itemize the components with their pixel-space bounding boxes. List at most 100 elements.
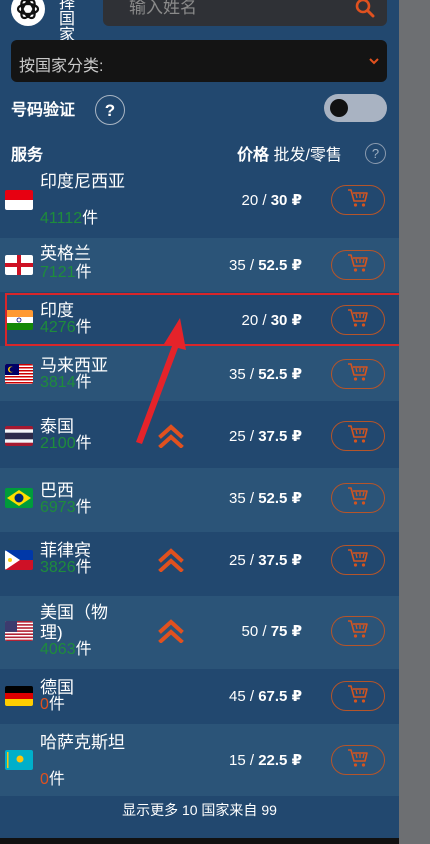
verify-help-button[interactable]: ? bbox=[95, 95, 125, 125]
price: 20 / 30 ₽ bbox=[241, 192, 303, 209]
retail-price: 37.5 bbox=[258, 428, 288, 445]
wholesale-price: 50 bbox=[241, 623, 259, 640]
cart-icon bbox=[347, 362, 369, 387]
stock-unit: 件 bbox=[75, 499, 92, 516]
stock-number: 7121 bbox=[40, 264, 76, 281]
add-to-cart-button[interactable] bbox=[331, 421, 385, 451]
retail-price: 30 bbox=[270, 192, 288, 209]
stock-number: 4063 bbox=[40, 641, 76, 658]
currency-symbol: ₽ bbox=[291, 490, 302, 507]
country-row-malaysia[interactable]: 马来西亚 3814件 35 / 52.5 ₽ bbox=[0, 346, 399, 401]
trending-up-icon bbox=[158, 619, 184, 644]
stock-number: 2100 bbox=[40, 435, 76, 452]
retail-price: 37.5 bbox=[258, 552, 288, 569]
stock-number: 6973 bbox=[40, 499, 76, 516]
annotation-arrow bbox=[136, 318, 186, 444]
scrollbar[interactable] bbox=[399, 0, 430, 844]
cart-icon bbox=[347, 424, 369, 449]
country-panel: 择国家 按国家分类: 号码验证 ? 服务 价格 批发/零售 ? 印度尼西亚 411… bbox=[0, 0, 399, 844]
retail-price: 22.5 bbox=[258, 752, 288, 769]
country-name: 巴西 bbox=[40, 481, 74, 500]
country-name: 印度尼西亚 bbox=[40, 172, 125, 191]
openai-logo-icon[interactable] bbox=[11, 0, 45, 26]
country-row-usa[interactable]: 美国（物理) 4063件 50 / 75 ₽ bbox=[0, 596, 399, 669]
currency-symbol: ₽ bbox=[291, 192, 302, 209]
stock-unit: 件 bbox=[48, 696, 65, 713]
wholesale-price: 35 bbox=[228, 490, 246, 507]
stock-count: 0件 bbox=[40, 771, 65, 789]
stock-count: 41112件 bbox=[40, 210, 98, 228]
country-row-england[interactable]: 英格兰 7121件 35 / 52.5 ₽ bbox=[0, 238, 399, 292]
stock-number: 0 bbox=[40, 696, 49, 713]
flag-brazil-icon bbox=[5, 488, 33, 508]
search-input[interactable] bbox=[129, 0, 339, 18]
country-name: 马来西亚 bbox=[40, 356, 108, 375]
add-to-cart-button[interactable] bbox=[331, 185, 385, 215]
add-to-cart-button[interactable] bbox=[331, 250, 385, 280]
stock-unit: 件 bbox=[48, 771, 65, 788]
currency-symbol: ₽ bbox=[291, 366, 302, 383]
stock-count: 3826件 bbox=[40, 559, 92, 577]
price: 15 / 22.5 ₽ bbox=[228, 752, 302, 769]
currency-symbol: ₽ bbox=[291, 752, 302, 769]
choose-country-label: 择国家 bbox=[59, 0, 76, 44]
search-icon[interactable] bbox=[355, 0, 375, 18]
stock-number: 3814 bbox=[40, 374, 76, 391]
country-name: 美国（物理) bbox=[40, 603, 108, 642]
country-row-thailand[interactable]: 泰国 2100件 25 / 37.5 ₽ bbox=[0, 403, 399, 468]
currency-symbol: ₽ bbox=[291, 688, 302, 705]
stock-count: 3814件 bbox=[40, 374, 92, 392]
price: 50 / 75 ₽ bbox=[241, 623, 303, 640]
show-more-link[interactable]: 显示更多 10 国家来自 99 bbox=[0, 800, 399, 820]
wholesale-price: 35 bbox=[228, 366, 246, 383]
wholesale-price: 45 bbox=[228, 688, 246, 705]
stock-unit: 件 bbox=[82, 210, 99, 227]
country-filter-select[interactable]: 按国家分类: bbox=[11, 40, 387, 82]
country-name: 泰国 bbox=[40, 417, 74, 436]
country-name: 德国 bbox=[40, 678, 74, 697]
add-to-cart-button[interactable] bbox=[331, 745, 385, 775]
cart-icon bbox=[347, 253, 369, 278]
price: 25 / 37.5 ₽ bbox=[228, 552, 302, 569]
price-header: 价格 批发/零售 bbox=[237, 141, 342, 165]
verify-toggle[interactable] bbox=[324, 94, 387, 122]
stock-count: 2100件 bbox=[40, 435, 92, 453]
cart-icon bbox=[347, 188, 369, 213]
retail-price: 52.5 bbox=[258, 257, 288, 274]
stock-unit: 件 bbox=[75, 435, 92, 452]
currency-symbol: ₽ bbox=[291, 623, 302, 640]
add-to-cart-button[interactable] bbox=[331, 545, 385, 575]
flag-england-icon bbox=[5, 255, 33, 275]
stock-count: 0件 bbox=[40, 696, 65, 714]
trending-up-icon bbox=[158, 548, 184, 573]
stock-count: 6973件 bbox=[40, 499, 92, 517]
price: 35 / 52.5 ₽ bbox=[228, 490, 302, 507]
price: 25 / 37.5 ₽ bbox=[228, 428, 302, 445]
search-box bbox=[103, 0, 387, 26]
flag-kazakhstan-icon bbox=[5, 750, 33, 770]
add-to-cart-button[interactable] bbox=[331, 359, 385, 389]
add-to-cart-button[interactable] bbox=[331, 616, 385, 646]
country-row-brazil[interactable]: 巴西 6973件 35 / 52.5 ₽ bbox=[0, 468, 399, 532]
bottom-bar bbox=[0, 838, 399, 844]
country-row-philippines[interactable]: 菲律宾 3826件 25 / 37.5 ₽ bbox=[0, 532, 399, 596]
wholesale-price: 25 bbox=[228, 552, 246, 569]
add-to-cart-button[interactable] bbox=[331, 483, 385, 513]
cart-icon bbox=[347, 684, 369, 709]
retail-price: 52.5 bbox=[258, 366, 288, 383]
cart-icon bbox=[347, 748, 369, 773]
price-help-button[interactable]: ? bbox=[365, 143, 386, 164]
country-row-indonesia[interactable]: 印度尼西亚 41112件 20 / 30 ₽ bbox=[0, 164, 399, 236]
flag-malaysia-icon bbox=[5, 364, 33, 384]
stock-number: 41112 bbox=[40, 210, 83, 227]
retail-price: 75 bbox=[270, 623, 288, 640]
country-row-kazakhstan[interactable]: 哈萨克斯坦 0件 15 / 22.5 ₽ bbox=[0, 724, 399, 796]
stock-count: 7121件 bbox=[40, 264, 92, 282]
flag-thailand-icon bbox=[5, 426, 33, 446]
add-to-cart-button[interactable] bbox=[331, 681, 385, 711]
country-filter-label: 按国家分类: bbox=[19, 58, 104, 75]
stock-number: 3826 bbox=[40, 559, 76, 576]
stock-unit: 件 bbox=[75, 264, 92, 281]
wholesale-price: 35 bbox=[228, 257, 246, 274]
country-row-germany[interactable]: 德国 0件 45 / 67.5 ₽ bbox=[0, 669, 399, 724]
